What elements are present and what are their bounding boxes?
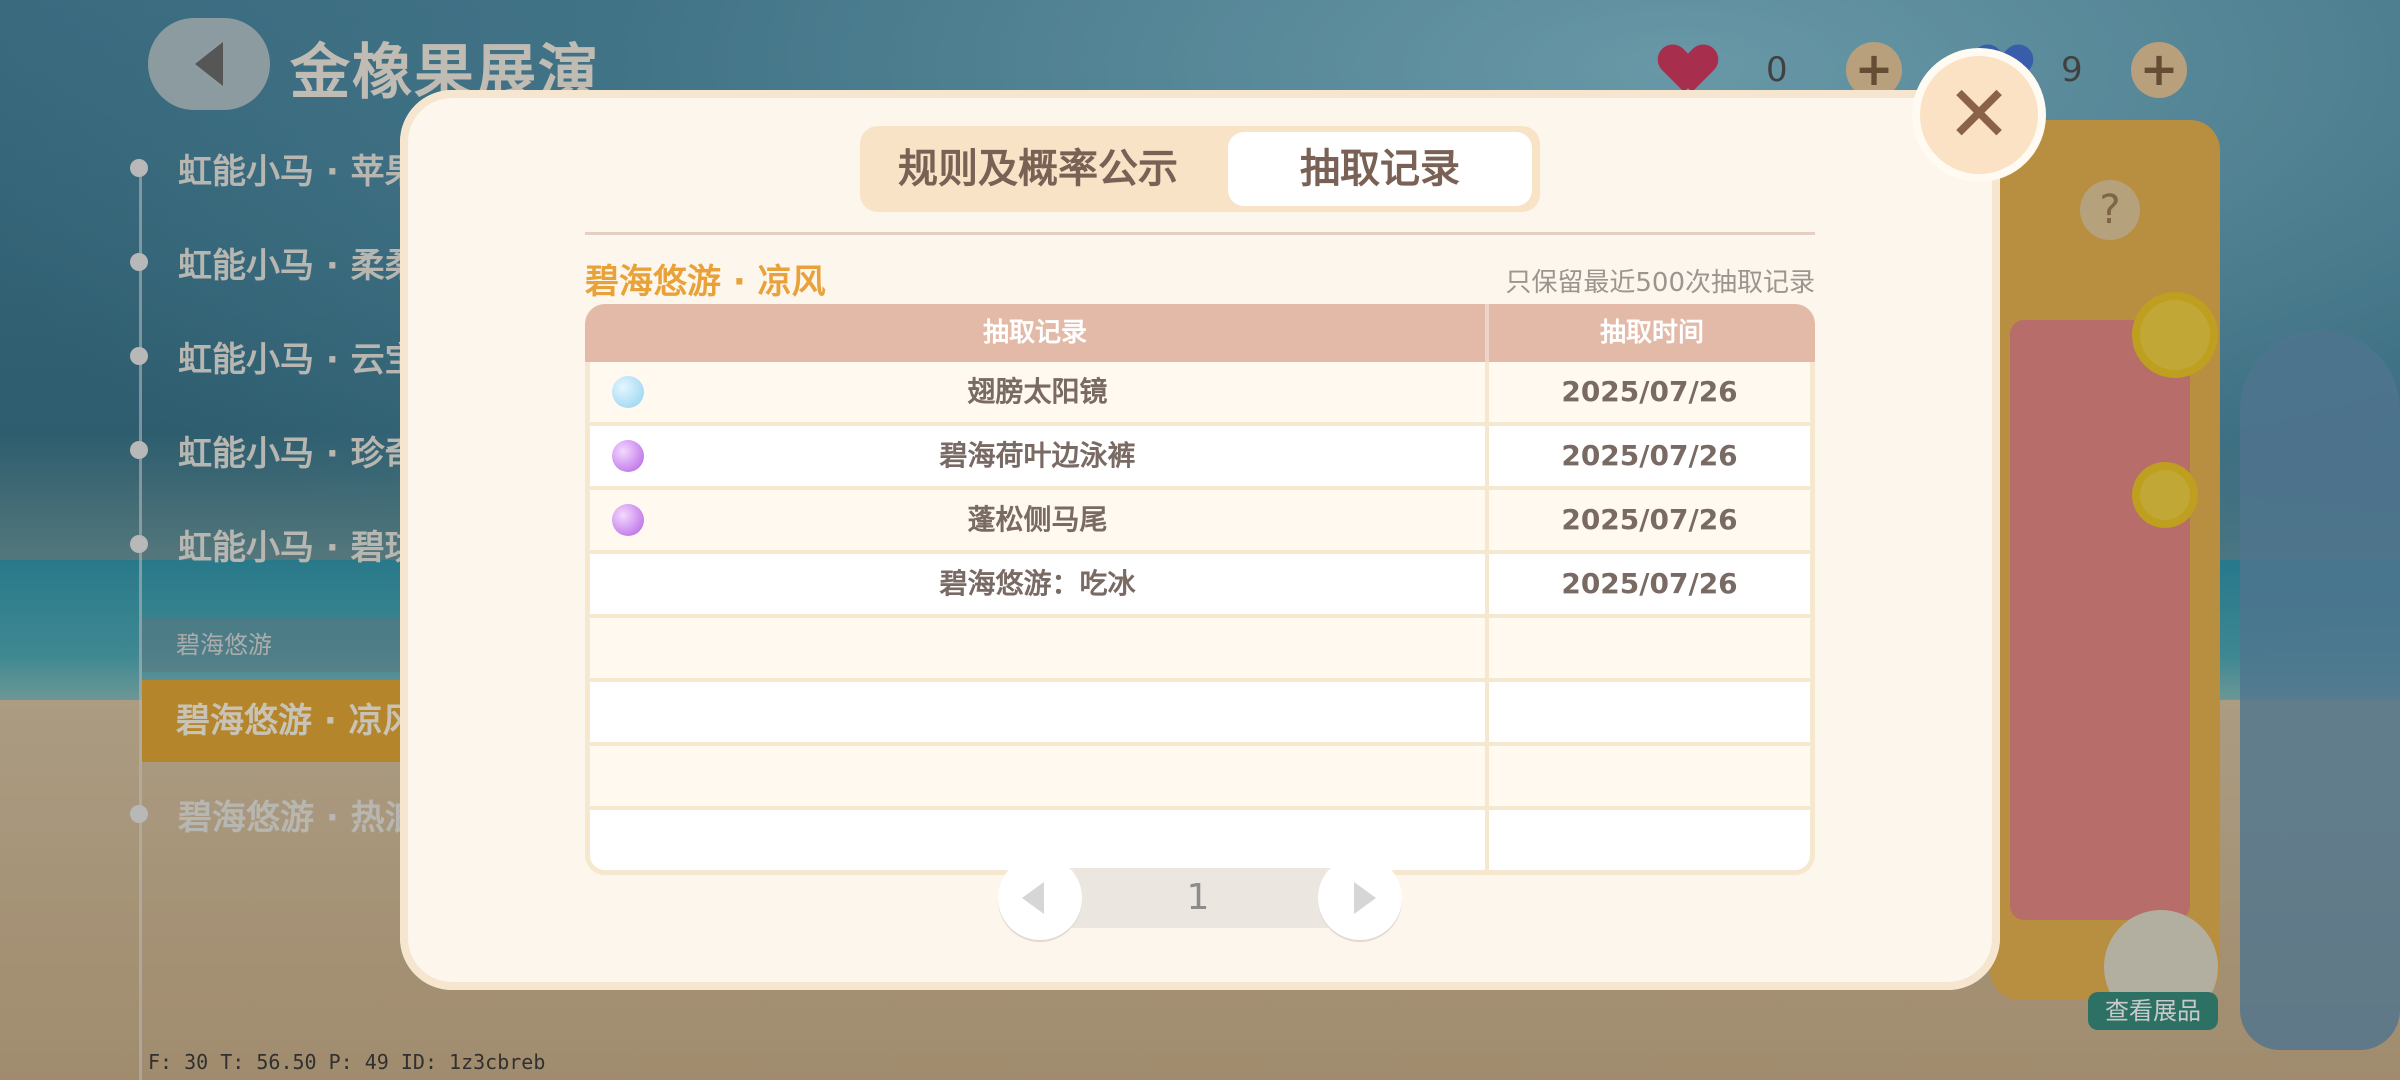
section-divider <box>585 232 1815 235</box>
table-row <box>590 746 1810 810</box>
series-title: 碧海悠游 · 凉风 <box>585 262 826 302</box>
record-time-cell: 2025/07/26 <box>1561 503 1738 536</box>
record-time-cell <box>1489 618 1810 678</box>
record-item-cell <box>590 618 1485 678</box>
table-row: 碧海悠游：吃冰 2025/07/26 <box>590 554 1810 618</box>
retention-note: 只保留最近500次抽取记录 <box>1505 268 1815 298</box>
close-icon: ✕ <box>1946 70 2012 160</box>
next-page-button[interactable] <box>1318 856 1402 940</box>
tab-records[interactable]: 抽取记录 <box>1228 132 1532 206</box>
record-item-cell: 碧海荷叶边泳裤 <box>939 439 1136 472</box>
record-item-cell <box>590 746 1485 806</box>
prev-arrow-icon <box>1022 882 1044 914</box>
record-table: 抽取记录 抽取时间 翅膀太阳镜 2025/07/26 碧海荷叶边泳裤 2025/07/… <box>585 304 1815 875</box>
tab-bar: 规则及概率公示 抽取记录 <box>860 126 1540 212</box>
table-row: 翅膀太阳镜 2025/07/26 <box>590 362 1810 426</box>
record-item-cell: 翅膀太阳镜 <box>967 375 1108 408</box>
record-time-cell <box>1489 810 1810 870</box>
page-number: 1 <box>1186 877 1210 918</box>
record-time-cell <box>1489 746 1810 806</box>
record-time-cell <box>1489 682 1810 742</box>
table-row: 蓬松侧马尾 2025/07/26 <box>590 490 1810 554</box>
pagination: 1 <box>998 856 1402 940</box>
record-item-cell: 蓬松侧马尾 <box>967 503 1108 536</box>
record-time-cell: 2025/07/26 <box>1561 439 1738 472</box>
tab-rules[interactable]: 规则及概率公示 <box>868 132 1208 206</box>
record-time-cell: 2025/07/26 <box>1561 375 1738 408</box>
record-item-cell: 碧海悠游：吃冰 <box>939 567 1136 600</box>
table-row <box>590 618 1810 682</box>
close-button[interactable]: ✕ <box>1920 56 2038 174</box>
header-time: 抽取时间 <box>1599 318 1704 348</box>
table-body: 翅膀太阳镜 2025/07/26 碧海荷叶边泳裤 2025/07/26 蓬松侧马尾 202… <box>585 362 1815 875</box>
header-record: 抽取记录 <box>982 318 1087 348</box>
table-row: 碧海荷叶边泳裤 2025/07/26 <box>590 426 1810 490</box>
record-time-cell: 2025/07/26 <box>1561 567 1738 600</box>
next-arrow-icon <box>1354 882 1376 914</box>
table-header: 抽取记录 抽取时间 <box>585 304 1815 362</box>
record-item-cell <box>590 682 1485 742</box>
table-row <box>590 682 1810 746</box>
prev-page-button[interactable] <box>998 856 1082 940</box>
